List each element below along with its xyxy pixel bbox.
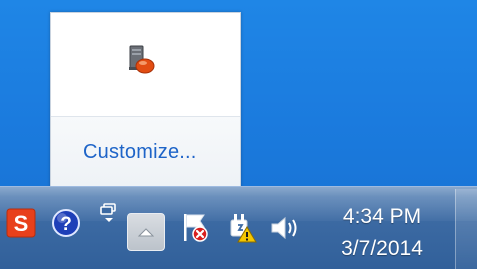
help-icon[interactable]: ?: [50, 207, 82, 239]
taskbar: S ? 4:34 PM 3/7/2014: [0, 186, 477, 269]
s-app-glyph: S: [14, 211, 29, 236]
action-center-flag-icon[interactable]: [178, 211, 212, 245]
show-hidden-icons-arrow[interactable]: [127, 213, 165, 251]
s-app-icon[interactable]: S: [5, 207, 37, 239]
flyout-footer: Customize...: [51, 117, 240, 187]
chevron-up-icon: [137, 228, 155, 237]
power-warning-icon[interactable]: [225, 211, 259, 245]
system-clock[interactable]: 4:34 PM 3/7/2014: [322, 195, 442, 265]
show-desktop-button[interactable]: [455, 189, 477, 269]
pin-icon[interactable]: [98, 201, 120, 223]
notification-overflow-flyout: Customize...: [50, 12, 241, 188]
customize-link[interactable]: Customize...: [83, 141, 197, 164]
hidden-icons-area: [51, 13, 240, 116]
help-glyph: ?: [60, 214, 72, 235]
clock-time: 4:34 PM: [342, 205, 422, 228]
volume-icon[interactable]: [269, 213, 303, 243]
clock-date: 3/7/2014: [341, 237, 423, 260]
network-drive-icon[interactable]: [124, 43, 158, 77]
